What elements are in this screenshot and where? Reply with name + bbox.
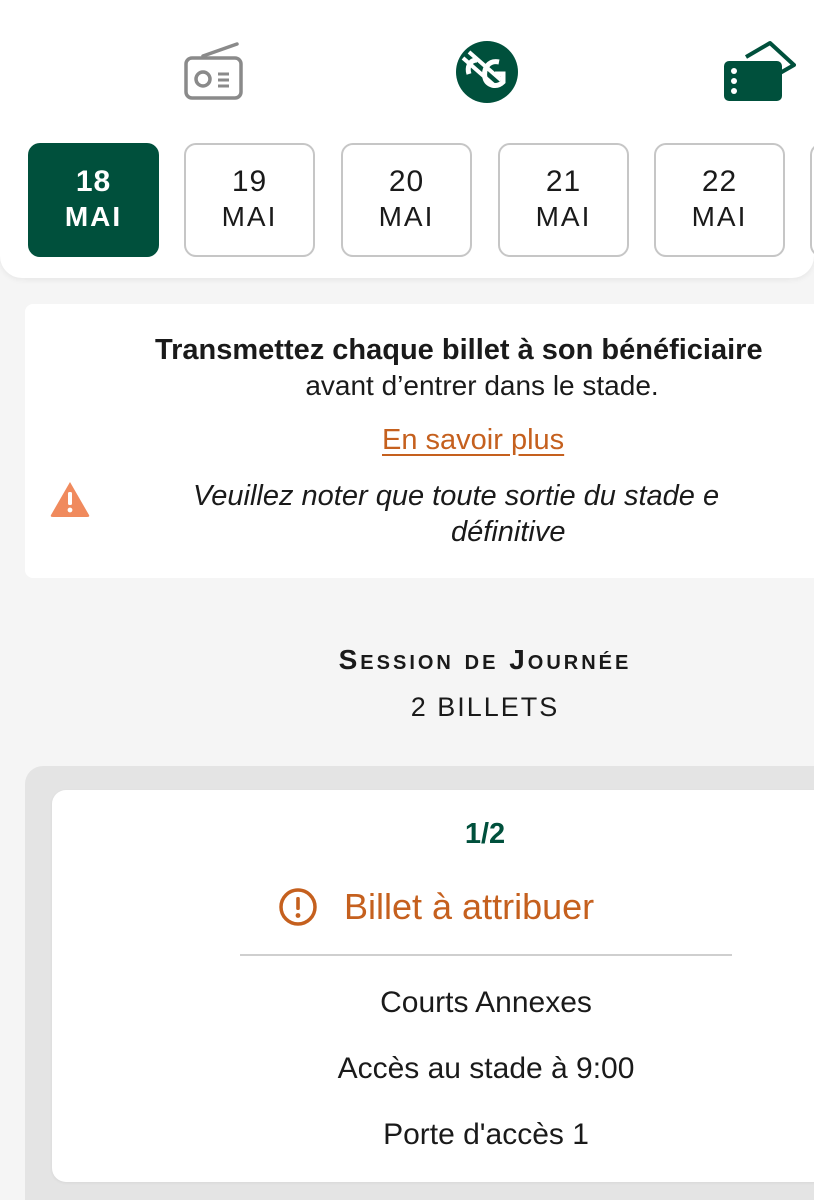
- ticket-card[interactable]: 1/2 Billet à attribuer Courts Annexes Ac…: [52, 790, 814, 1182]
- date-month: MAI: [221, 201, 278, 232]
- date-month: MAI: [691, 201, 748, 232]
- warning-text: Veuillez noter que toute sortie du stade…: [193, 480, 720, 512]
- ticket-divider: [240, 954, 732, 956]
- home-logo-button[interactable]: [450, 36, 524, 108]
- ticket-icon: [724, 41, 796, 101]
- date-chip-next[interactable]: [810, 143, 814, 257]
- warning-text-continued: définitive: [451, 516, 566, 548]
- date-selector: 18 MAI 19 MAI 20 MAI 21 MAI 22 MAI: [28, 143, 814, 257]
- date-month: MAI: [378, 201, 435, 232]
- radio-button[interactable]: [176, 36, 250, 108]
- radio-icon: [184, 42, 243, 100]
- date-chip-20[interactable]: 20 MAI: [341, 143, 472, 257]
- tickets-button[interactable]: [716, 36, 800, 108]
- roland-garros-logo: [456, 41, 518, 103]
- ticket-gate: Porte d'accès 1: [383, 1118, 589, 1151]
- date-chip-19[interactable]: 19 MAI: [184, 143, 315, 257]
- date-month: MAI: [535, 201, 592, 232]
- notice-card: Transmettez chaque billet à son bénéfici…: [25, 304, 814, 578]
- warning-icon: [50, 482, 90, 517]
- learn-more-link[interactable]: En savoir plus: [382, 424, 564, 457]
- ticket-index: 1/2: [464, 818, 506, 850]
- alert-circle-icon: [279, 888, 317, 926]
- ticket-count: 2 BILLETS: [410, 692, 560, 722]
- date-day: 19: [231, 165, 268, 198]
- date-chip-18[interactable]: 18 MAI: [28, 143, 159, 257]
- ticket-status[interactable]: Billet à attribuer: [278, 882, 594, 932]
- date-chip-22[interactable]: 22 MAI: [654, 143, 785, 257]
- notice-subtitle: avant d’entrer dans le stade.: [305, 370, 659, 401]
- ticket-court: Courts Annexes: [380, 986, 592, 1019]
- ticket-status-label: Billet à attribuer: [344, 886, 595, 927]
- ticket-access-time: Accès au stade à 9:00: [337, 1052, 635, 1085]
- header: 18 MAI 19 MAI 20 MAI 21 MAI 22 MAI: [0, 0, 814, 278]
- date-day: 20: [388, 165, 425, 198]
- date-chip-21[interactable]: 21 MAI: [498, 143, 629, 257]
- session-title: Session de Journée: [338, 644, 632, 675]
- date-month: MAI: [64, 201, 123, 232]
- date-day: 21: [545, 165, 582, 198]
- page: 18 MAI 19 MAI 20 MAI 21 MAI 22 MAI Trans…: [0, 0, 814, 1200]
- date-day: 18: [75, 165, 112, 198]
- date-day: 22: [701, 165, 738, 198]
- notice-title: Transmettez chaque billet à son bénéfici…: [155, 334, 763, 366]
